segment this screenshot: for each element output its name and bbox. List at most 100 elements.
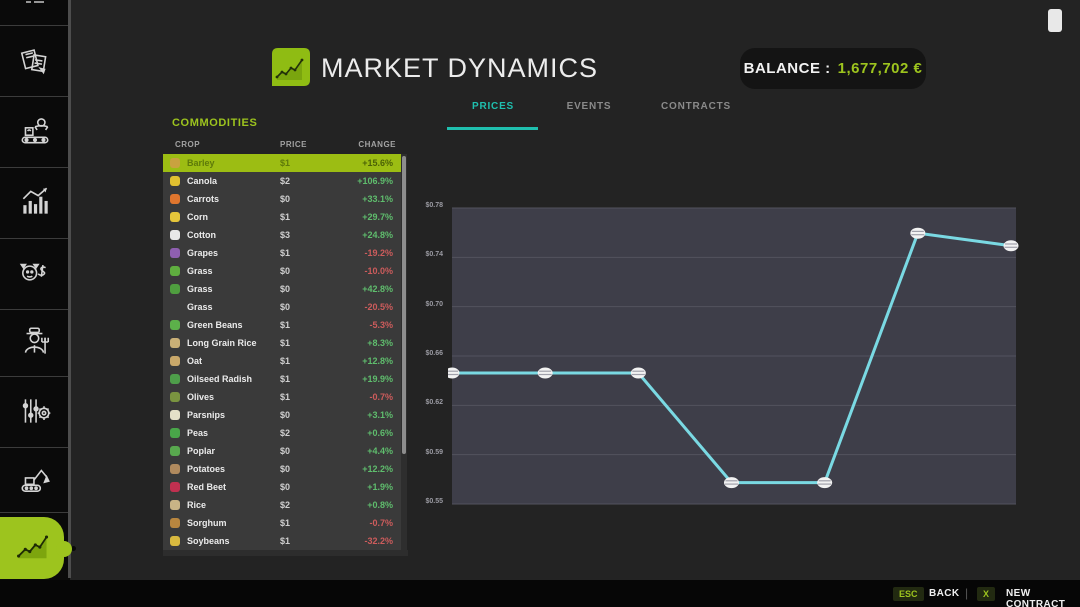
crop-name: Grapes (187, 244, 218, 262)
data-point-marker (538, 368, 553, 379)
crop-change: +24.8% (362, 226, 393, 244)
crop-icon (170, 284, 180, 294)
tab-prices[interactable]: PRICES (472, 101, 514, 112)
crop-price: $0 (280, 460, 290, 478)
crop-price: $1 (280, 208, 290, 226)
crop-price: $2 (280, 496, 290, 514)
crop-price: $2 (280, 424, 290, 442)
commodity-row-rice[interactable]: Rice$2+0.8% (163, 496, 401, 514)
sidebar-item-settings[interactable] (0, 377, 70, 445)
crop-icon (170, 410, 180, 420)
commodity-row-long-grain-rice[interactable]: Long Grain Rice$1+8.3% (163, 334, 401, 352)
crop-name: Green Beans (187, 316, 243, 334)
crop-icon (170, 266, 180, 276)
sidebar-item-animal-sales[interactable] (0, 239, 70, 307)
crop-change: -10.0% (364, 262, 393, 280)
commodity-row-barley[interactable]: Barley$1+15.6% (163, 154, 401, 172)
animal-dollar-icon (17, 255, 53, 291)
column-header-change: CHANGE (358, 140, 396, 149)
commodity-row-carrots[interactable]: Carrots$0+33.1% (163, 190, 401, 208)
crop-name: Poplar (187, 442, 215, 460)
crop-change: -19.2% (364, 244, 393, 262)
sidebar-rail (68, 0, 71, 578)
crop-price: $0 (280, 478, 290, 496)
column-header-crop: CROP (175, 140, 200, 149)
crop-name: Grass (187, 298, 213, 316)
column-header-price: PRICE (280, 140, 307, 149)
crop-price: $1 (280, 532, 290, 550)
balance-value: 1,677,702 € (838, 60, 923, 77)
commodity-row-potatoes[interactable]: Potatoes$0+12.2% (163, 460, 401, 478)
sidebar-item-production[interactable] (0, 97, 70, 165)
crop-price: $1 (280, 154, 290, 172)
commodities-title: COMMODITIES (172, 117, 257, 129)
crop-change: +33.1% (362, 190, 393, 208)
commodity-row-grass[interactable]: Grass$0+42.8% (163, 280, 401, 298)
crop-price: $1 (280, 352, 290, 370)
commodity-row-sorghum[interactable]: Sorghum$1-0.7% (163, 514, 401, 532)
commodity-row-canola[interactable]: Canola$2+106.9% (163, 172, 401, 190)
sidebar-item-market-dynamics[interactable] (0, 517, 64, 579)
crop-name: Grass (187, 280, 213, 298)
crop-icon (170, 320, 180, 330)
farmer-icon (17, 324, 53, 360)
commodity-row-corn[interactable]: Corn$1+29.7% (163, 208, 401, 226)
tab-contracts[interactable]: CONTRACTS (661, 101, 731, 112)
market-dynamics-logo-icon (268, 44, 314, 90)
commodity-row-poplar[interactable]: Poplar$0+4.4% (163, 442, 401, 460)
y-axis-tick-label: $0.62 (413, 399, 443, 406)
commodity-row-red-beet[interactable]: Red Beet$0+1.9% (163, 478, 401, 496)
commodity-row-olives[interactable]: Olives$1-0.7% (163, 388, 401, 406)
crop-price: $1 (280, 334, 290, 352)
commodity-row-cotton[interactable]: Cotton$3+24.8% (163, 226, 401, 244)
list-header: CROP PRICE CHANGE (163, 137, 400, 153)
crop-icon (170, 248, 180, 258)
crop-change: +42.8% (362, 280, 393, 298)
tab-events[interactable]: EVENTS (567, 101, 612, 112)
data-point-marker (910, 228, 925, 239)
crop-price: $1 (280, 370, 290, 388)
new-contract-button[interactable]: NEW CONTRACT (1006, 588, 1080, 607)
crop-name: Parsnips (187, 406, 225, 424)
commodity-row-grass[interactable]: Grass$0-10.0% (163, 262, 401, 280)
commodity-row-parsnips[interactable]: Parsnips$0+3.1% (163, 406, 401, 424)
commodity-row-oilseed-radish[interactable]: Oilseed Radish$1+19.9% (163, 370, 401, 388)
crop-price: $0 (280, 442, 290, 460)
crop-change: -20.5% (364, 298, 393, 316)
settings-sliders-gear-icon (17, 393, 53, 429)
crop-change: +0.6% (367, 424, 393, 442)
commodity-row-oat[interactable]: Oat$1+12.8% (163, 352, 401, 370)
commodity-row-soybeans[interactable]: Soybeans$1-32.2% (163, 532, 401, 550)
back-button[interactable]: BACK (929, 588, 960, 599)
crop-name: Barley (187, 154, 215, 172)
esc-key-badge[interactable]: ESC (893, 587, 924, 601)
balance-label: BALANCE : (744, 60, 831, 77)
crop-change: -0.7% (369, 514, 393, 532)
crop-name: Oilseed Radish (187, 370, 252, 388)
commodities-list: Barley$1+15.6%Canola$2+106.9%Carrots$0+3… (163, 154, 401, 550)
commodity-row-grapes[interactable]: Grapes$1-19.2% (163, 244, 401, 262)
crop-icon (170, 482, 180, 492)
crop-price: $0 (280, 298, 290, 316)
commodity-row-grass[interactable]: Grass $0 -20.5% (163, 298, 401, 316)
list-footer-strip (163, 550, 408, 556)
data-point-marker (631, 368, 646, 379)
sidebar-item-statistics[interactable] (0, 168, 70, 236)
x-key-badge[interactable]: X (977, 587, 995, 601)
sidebar-item-vehicles[interactable] (0, 445, 70, 513)
crop-price: $1 (280, 388, 290, 406)
list-scrollbar-thumb[interactable] (402, 156, 406, 454)
y-axis-tick-label: $0.59 (413, 449, 443, 456)
crop-price: $0 (280, 406, 290, 424)
crop-price: $3 (280, 226, 290, 244)
crop-change: +12.2% (362, 460, 393, 478)
crop-icon (170, 356, 180, 366)
crop-icon (170, 338, 180, 348)
balance-pill: BALANCE : 1,677,702 € (740, 48, 926, 89)
commodity-row-peas[interactable]: Peas$2+0.6% (163, 424, 401, 442)
sidebar-item-contracts[interactable] (0, 28, 70, 96)
data-point-marker (724, 477, 739, 488)
sidebar-item-farmer[interactable] (0, 308, 70, 376)
crop-price: $1 (280, 514, 290, 532)
commodity-row-green-beans[interactable]: Green Beans$1-5.3% (163, 316, 401, 334)
